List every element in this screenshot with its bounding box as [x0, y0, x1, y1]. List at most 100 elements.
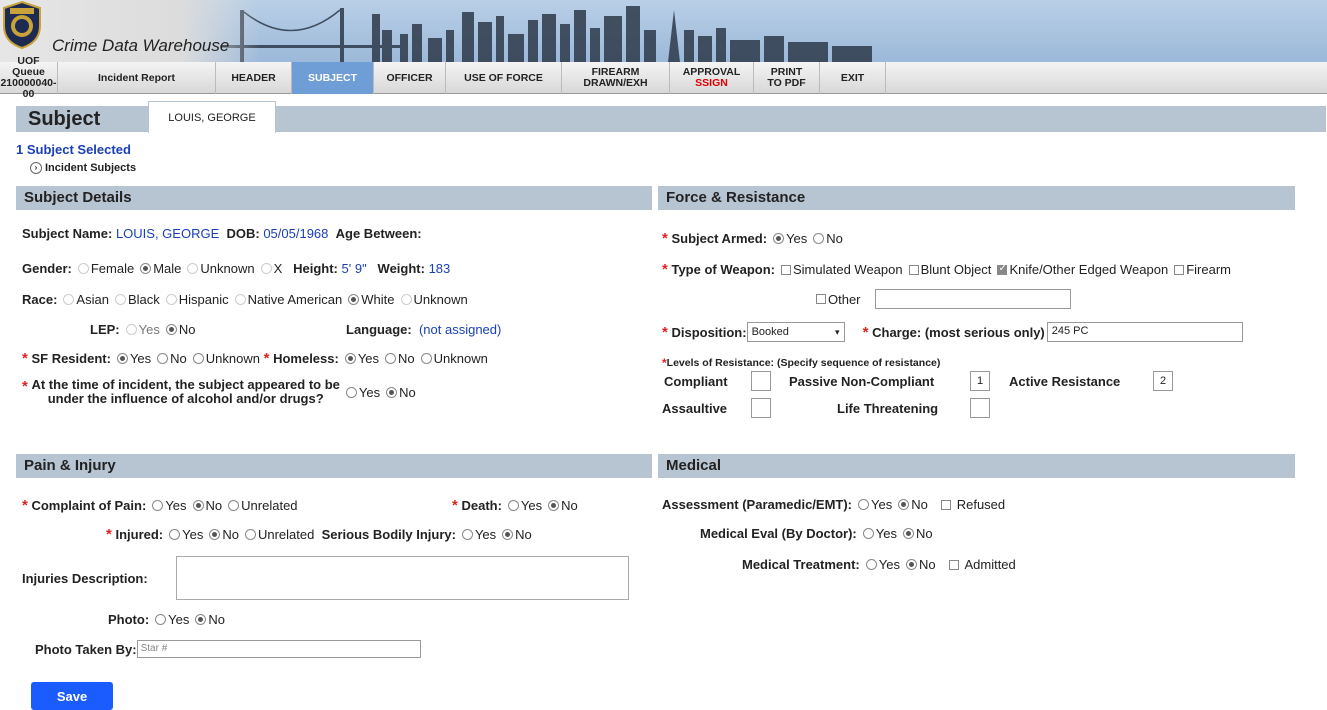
tab-use-of-force[interactable]: USE OF FORCE [446, 62, 562, 94]
medical-header: Medical [658, 454, 1295, 478]
armed-no-radio[interactable] [813, 233, 825, 244]
weapon-knife-checkbox[interactable] [997, 263, 1008, 275]
admitted-checkbox[interactable] [948, 559, 959, 570]
race-asian-radio[interactable] [63, 294, 75, 305]
tab-label: TO PDF [767, 77, 806, 89]
homeless-unknown-radio[interactable] [420, 353, 432, 364]
tab-officer[interactable]: OFFICER [374, 62, 446, 94]
tab-uof-queue[interactable]: UOF Queue 210000040-00 [0, 56, 58, 100]
photo-label: Photo: [108, 612, 150, 627]
option-label: Yes [871, 497, 893, 512]
option-label: Yes [875, 526, 897, 541]
sbi-yes-radio[interactable] [461, 529, 473, 540]
weapon-blunt-checkbox[interactable] [908, 264, 919, 275]
medical-eval-label: Medical Eval (By Doctor): [700, 526, 857, 541]
gender-male-radio[interactable] [140, 263, 152, 274]
option-label: Refused [956, 497, 1006, 512]
gender-x-radio[interactable] [260, 263, 272, 274]
option-label: Yes [357, 351, 380, 366]
treatment-no-radio[interactable] [905, 559, 917, 570]
charge-input[interactable]: 245 PC [1046, 322, 1243, 342]
option-label: Other [828, 291, 861, 307]
weapon-other-row: Other [810, 289, 1071, 309]
passive-seq-input[interactable]: 1 [970, 371, 990, 391]
pain-no-radio[interactable] [192, 500, 204, 511]
gender-female-radio[interactable] [77, 263, 89, 274]
photo-by-input[interactable]: Star # [136, 640, 421, 658]
option-label: No [911, 497, 928, 512]
tab-firearm[interactable]: FIREARM DRAWN/EXH [562, 62, 670, 94]
influence-label-line: under the influence of alcohol and/or dr… [47, 391, 324, 406]
save-button[interactable]: Save [31, 682, 113, 710]
photo-row: Photo: Yes No [108, 612, 225, 627]
tab-subject[interactable]: SUBJECT [292, 62, 374, 94]
tab-label: DRAWN/EXH [583, 77, 648, 89]
influence-no-radio[interactable] [386, 386, 398, 398]
injured-no-radio[interactable] [209, 529, 221, 540]
weapon-firearm-checkbox[interactable] [1174, 264, 1185, 275]
required-asterisk-icon: * [22, 350, 28, 367]
race-hispanic-radio[interactable] [165, 294, 177, 305]
treatment-yes-radio[interactable] [865, 559, 877, 570]
active-seq-input[interactable]: 2 [1153, 371, 1173, 391]
race-native-american-radio[interactable] [234, 294, 246, 305]
influence-row: * At the time of incident, the subject a… [22, 378, 416, 406]
refused-checkbox[interactable] [941, 499, 952, 510]
life-threatening-seq-input[interactable] [970, 398, 990, 418]
sbi-no-radio[interactable] [502, 529, 514, 540]
eval-yes-radio[interactable] [862, 528, 874, 539]
subject-name-label: Subject Name: [22, 226, 113, 241]
race-black-radio[interactable] [114, 294, 126, 305]
lep-no-radio[interactable] [165, 324, 177, 335]
weapon-other-input[interactable] [874, 289, 1071, 309]
option-label: Yes [129, 351, 152, 366]
sf-resident-no-radio[interactable] [157, 353, 169, 364]
pain-yes-radio[interactable] [152, 500, 164, 511]
injuries-desc-label-row: Injuries Description: [22, 571, 148, 586]
injuries-description-textarea[interactable] [176, 556, 629, 600]
injured-unrelated-radio[interactable] [244, 529, 256, 540]
lep-yes-radio[interactable] [125, 324, 137, 335]
eval-no-radio[interactable] [902, 528, 914, 539]
option-label: Yes [786, 231, 808, 246]
race-white-radio[interactable] [348, 294, 360, 305]
compliant-seq-input[interactable] [751, 371, 771, 391]
subject-armed-label: Subject Armed: [671, 231, 768, 246]
tab-incident-report[interactable]: Incident Report [58, 62, 216, 94]
race-unknown-radio[interactable] [400, 294, 412, 305]
assessment-no-radio[interactable] [898, 499, 910, 510]
option-label: No [826, 231, 843, 246]
gender-unknown-radio[interactable] [187, 263, 199, 274]
homeless-yes-radio[interactable] [344, 353, 356, 364]
tab-approval[interactable]: APPROVAL SSIGN [670, 62, 754, 94]
sf-resident-unknown-radio[interactable] [192, 353, 204, 364]
option-label: Unknown [200, 261, 255, 276]
influence-yes-radio[interactable] [345, 386, 357, 398]
weapon-simulated-checkbox[interactable] [781, 264, 791, 275]
death-yes-radio[interactable] [507, 500, 519, 511]
armed-yes-radio[interactable] [773, 233, 785, 244]
disposition-select[interactable]: Booked ▾ [746, 322, 845, 342]
photo-no-radio[interactable] [195, 614, 207, 625]
assessment-yes-radio[interactable] [858, 499, 870, 510]
incident-subjects-link[interactable]: › Incident Subjects [30, 162, 136, 174]
weapon-other-checkbox[interactable] [816, 294, 826, 304]
injured-yes-radio[interactable] [169, 529, 181, 540]
option-label: Yes [168, 612, 190, 627]
tab-print-pdf[interactable]: PRINT TO PDF [754, 62, 820, 94]
option-label: Yes [878, 557, 900, 572]
sf-resident-yes-radio[interactable] [116, 353, 128, 364]
option-label: Male [153, 261, 182, 276]
tab-exit[interactable]: EXIT [820, 62, 886, 94]
passive-label-row: Passive Non-Compliant [789, 374, 934, 389]
tab-header[interactable]: HEADER [216, 62, 292, 94]
option-label: Unrelated [241, 498, 298, 513]
complaint-pain-row: * Complaint of Pain: Yes No Unrelated [22, 497, 298, 514]
photo-yes-radio[interactable] [155, 614, 167, 625]
homeless-no-radio[interactable] [385, 353, 397, 364]
death-no-radio[interactable] [548, 500, 560, 511]
pain-unrelated-radio[interactable] [228, 500, 240, 511]
subject-tab-louis-george[interactable]: LOUIS, GEORGE [148, 101, 276, 133]
option-label: Black [127, 292, 160, 307]
assaultive-seq-input[interactable] [751, 398, 771, 418]
